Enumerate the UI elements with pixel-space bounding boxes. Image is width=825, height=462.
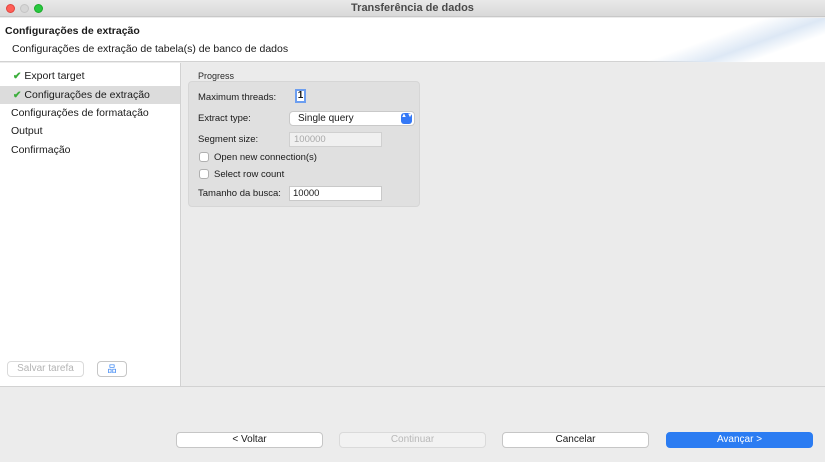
check-icon: ✔ xyxy=(13,90,22,101)
header-decoration xyxy=(645,18,825,62)
title-bar: Transferência de dados xyxy=(0,0,825,17)
page-header: Configurações de extração Configurações … xyxy=(0,18,825,62)
select-row-count-checkbox[interactable] xyxy=(199,169,209,179)
extract-type-select[interactable]: Single query ▲▼ xyxy=(289,111,415,126)
sidebar-item-label: Configurações de formatação xyxy=(11,107,149,119)
extraction-settings-panel: Progress Maximum threads: 1 Extract type… xyxy=(182,63,825,386)
extract-type-value: Single query xyxy=(298,113,354,124)
sidebar-item-export-target[interactable]: ✔ Export target xyxy=(0,67,180,85)
wizard-footer: < Voltar Continuar Cancelar Avançar > xyxy=(0,386,825,462)
task-tree-button[interactable]: 品 xyxy=(97,361,127,377)
sidebar-item-extraction-settings[interactable]: ✔ Configurações de extração xyxy=(0,86,180,104)
back-button[interactable]: < Voltar xyxy=(176,432,323,448)
tree-icon: 品 xyxy=(107,364,117,374)
continue-button[interactable]: Continuar xyxy=(339,432,486,448)
extract-type-label: Extract type: xyxy=(198,113,251,124)
segment-size-label: Segment size: xyxy=(198,134,259,145)
sidebar-item-label: Confirmação xyxy=(11,144,71,156)
sidebar-item-format-settings[interactable]: Configurações de formatação xyxy=(0,104,180,122)
save-task-button[interactable]: Salvar tarefa xyxy=(7,361,84,377)
segment-size-input: 100000 xyxy=(289,132,382,147)
max-threads-input[interactable]: 1 xyxy=(295,89,306,103)
sidebar-item-label: Export target xyxy=(24,70,85,82)
max-threads-label: Maximum threads: xyxy=(198,92,277,103)
fetch-size-label: Tamanho da busca: xyxy=(198,188,281,199)
sidebar-item-output[interactable]: Output xyxy=(0,122,180,140)
progress-group-label: Progress xyxy=(198,71,235,81)
sidebar-item-label: Configurações de extração xyxy=(24,89,150,101)
open-new-connection-label: Open new connection(s) xyxy=(214,152,317,163)
next-button[interactable]: Avançar > xyxy=(666,432,813,448)
open-new-connection-checkbox[interactable] xyxy=(199,152,209,162)
wizard-steps-sidebar: ✔ Export target ✔ Configurações de extraçã… xyxy=(0,63,181,386)
page-subtitle: Configurações de extração de tabela(s) d… xyxy=(12,43,289,55)
select-row-count-label: Select row count xyxy=(214,169,285,180)
sidebar-item-confirmation[interactable]: Confirmação xyxy=(0,141,180,159)
fetch-size-input[interactable]: 10000 xyxy=(289,186,382,201)
check-icon: ✔ xyxy=(13,71,22,82)
chevron-up-down-icon: ▲▼ xyxy=(401,113,413,124)
sidebar-item-label: Output xyxy=(11,125,43,137)
progress-group: Maximum threads: 1 Extract type: Single … xyxy=(188,81,420,207)
cancel-button[interactable]: Cancelar xyxy=(502,432,649,448)
page-title: Configurações de extração xyxy=(5,25,140,37)
window-title: Transferência de dados xyxy=(351,2,474,14)
